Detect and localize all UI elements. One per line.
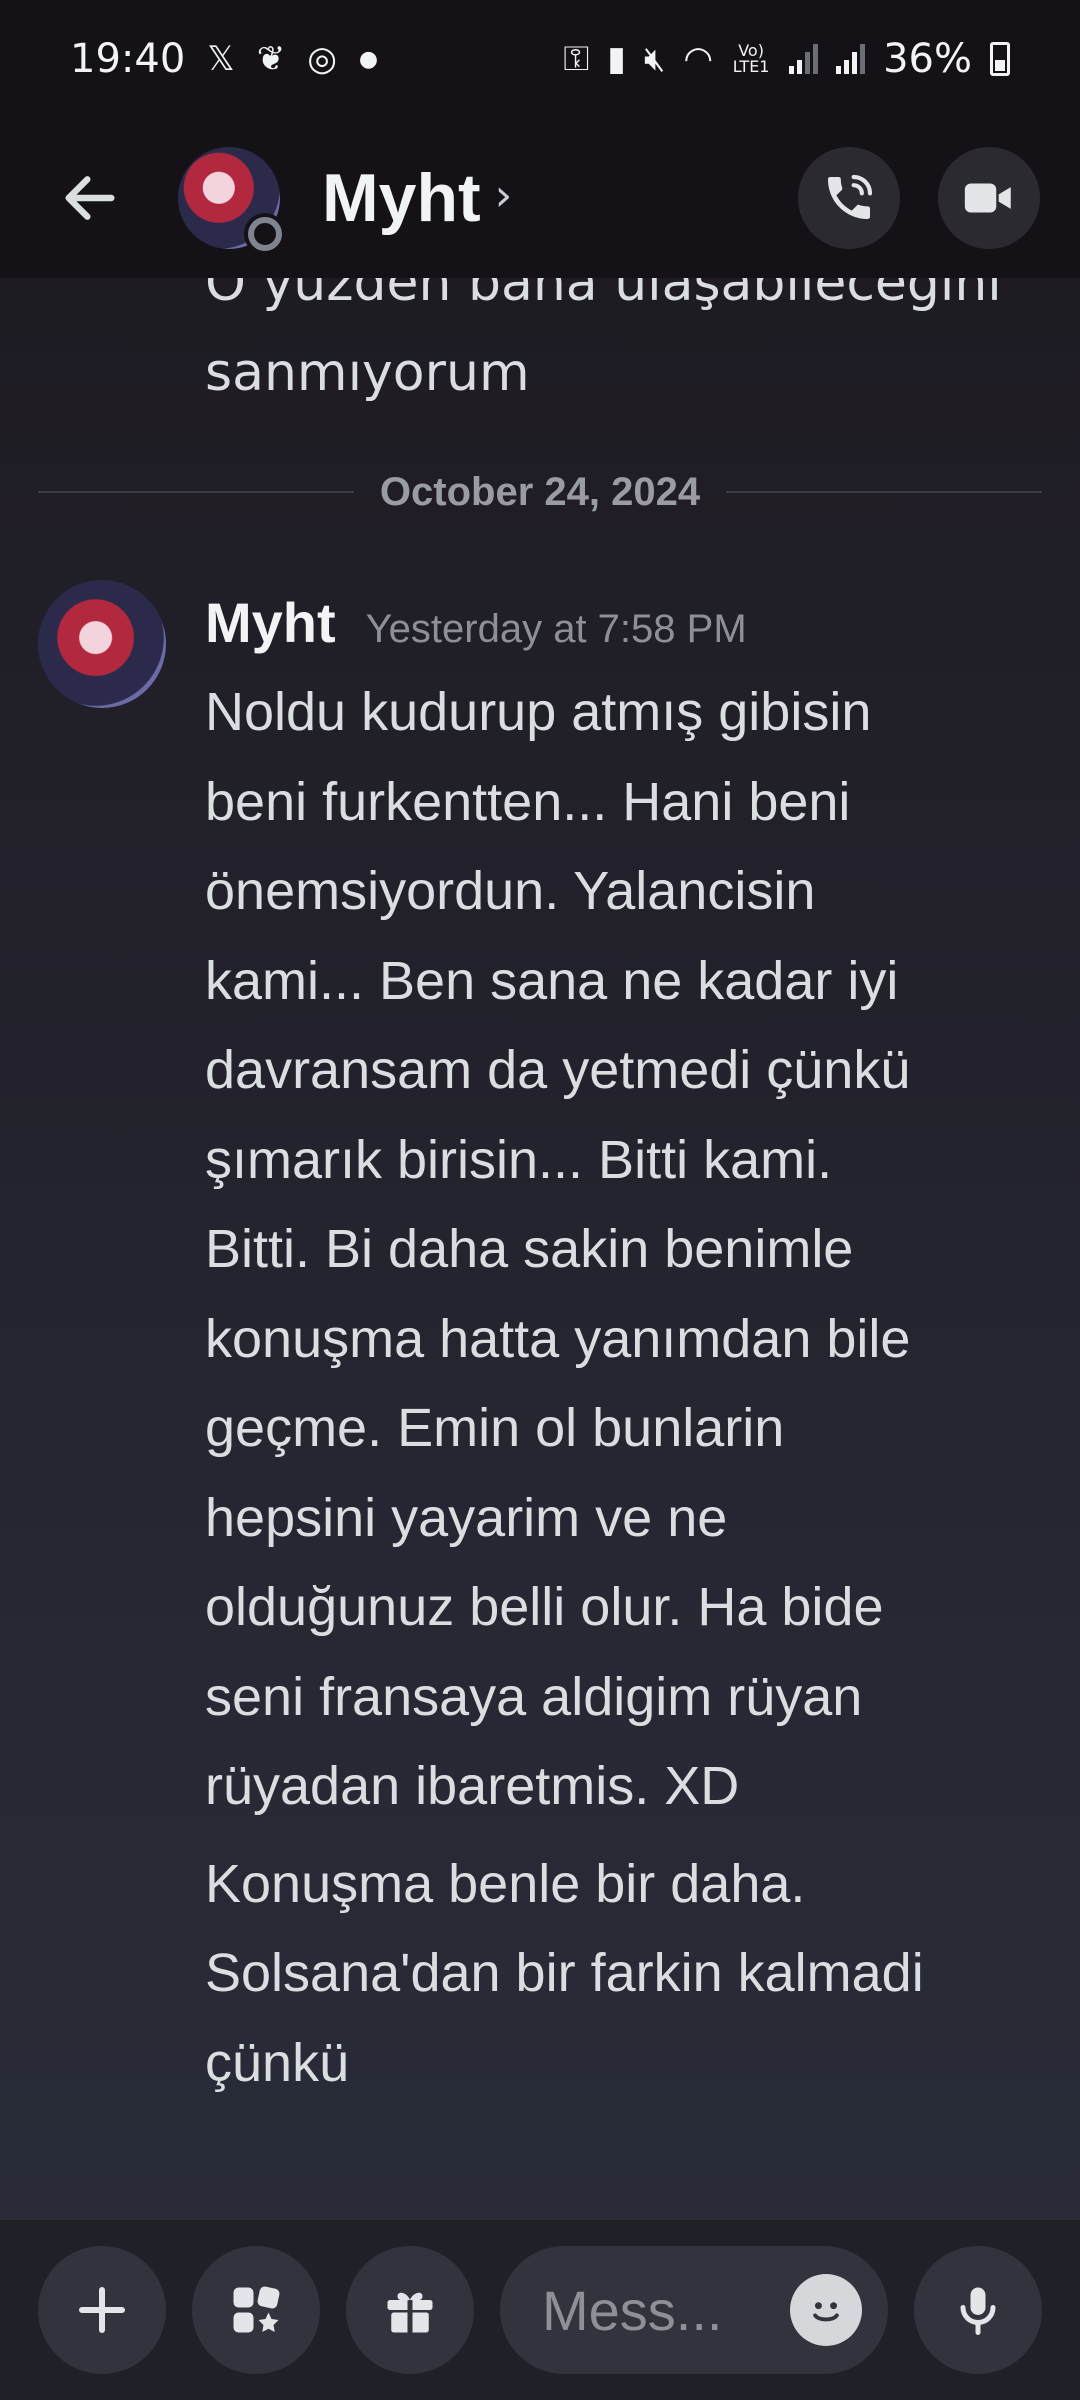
x-app-icon: 𝕏	[207, 39, 235, 79]
signal-2-icon	[836, 44, 866, 74]
chevron-right-icon[interactable]: ›	[495, 170, 513, 221]
message-line: seni fransaya aldigim rüyan	[205, 1666, 863, 1727]
offline-status-icon	[244, 213, 286, 255]
battery-saver-icon: ▮	[607, 39, 626, 79]
message-header: Myht Yesterday at 7:58 PM	[205, 590, 747, 655]
message-line: Konuşma benle bir daha.	[205, 1853, 806, 1914]
message-paragraph: Noldu kudurup atmış gibisin beni furkent…	[205, 668, 1055, 1832]
message-line: geçme. Emin ol bunlarin	[205, 1398, 785, 1458]
header-username[interactable]: Myht	[322, 159, 481, 237]
wifi-icon: ◠	[683, 39, 714, 79]
message-author[interactable]: Myht	[205, 590, 336, 655]
status-time: 19:40	[70, 36, 186, 82]
voice-message-button[interactable]	[914, 2246, 1042, 2374]
message-avatar[interactable]	[38, 580, 166, 708]
battery-percent: 36%	[883, 36, 972, 82]
phone-icon	[828, 174, 873, 219]
message-list[interactable]: O yüzden bana ulaşabileceğini sanmıyorum…	[0, 278, 1080, 2218]
network-type-label: Vo) LTE1	[732, 41, 770, 76]
previous-message: O yüzden bana ulaşabileceğini sanmıyorum	[205, 278, 1045, 418]
emoji-button[interactable]	[790, 2274, 862, 2346]
date-divider-label: October 24, 2024	[379, 469, 701, 514]
message-input[interactable]	[542, 2277, 790, 2343]
message-line: Solsana'dan bir farkin kalmadi	[205, 1943, 924, 2003]
message-timestamp: Yesterday at 7:58 PM	[365, 607, 747, 651]
channel-header: Myht ›	[0, 118, 1080, 278]
previous-message-line: O yüzden bana ulaşabileceğini	[205, 278, 1002, 313]
back-button[interactable]	[40, 148, 140, 248]
apps-icon	[233, 2286, 280, 2333]
gift-button[interactable]	[346, 2246, 474, 2374]
status-bar: 19:40 𝕏 ❦ ◎ ● ⚿ ▮ 🔇︎ ◠ Vo) LTE1 36%	[0, 0, 1080, 118]
apps-button[interactable]	[192, 2246, 320, 2374]
divider-line	[726, 491, 1042, 493]
notification-app-icon: ❦	[256, 39, 286, 79]
message-line: konuşma hatta yanımdan bile	[205, 1308, 911, 1369]
message-line: çünkü	[205, 2032, 350, 2093]
signal-1-icon	[789, 44, 819, 74]
previous-message-line: sanmıyorum	[205, 343, 530, 403]
battery-icon	[990, 42, 1010, 76]
message-line: önemsiyordun. Yalancisin	[205, 861, 816, 921]
add-attachment-button[interactable]	[38, 2246, 166, 2374]
mute-icon: 🔇︎	[644, 39, 666, 79]
date-divider: October 24, 2024	[38, 468, 1042, 516]
gift-icon	[387, 2292, 433, 2333]
header-avatar[interactable]	[178, 147, 286, 255]
message-line: beni furkentten... Hani beni	[205, 771, 851, 832]
message-line: Noldu kudurup atmış gibisin	[205, 682, 872, 742]
message-line: olduğunuz belli olur. Ha bide	[205, 1577, 884, 1637]
divider-line	[38, 491, 354, 493]
vpn-key-icon: ⚿	[563, 39, 590, 79]
emoji-icon	[813, 2302, 839, 2322]
arrow-left-icon	[65, 176, 115, 220]
voice-call-button[interactable]	[798, 147, 900, 249]
message-line: şımarık birisin... Bitti kami.	[205, 1129, 833, 1190]
composer-bar	[0, 2218, 1080, 2400]
instagram-icon: ◎	[307, 39, 337, 79]
video-camera-icon	[964, 183, 1011, 213]
message-line: davransam da yetmedi çünkü	[205, 1040, 911, 1100]
message-line: Bitti. Bi daha sakin benimle	[205, 1219, 854, 1279]
microphone-icon	[960, 2287, 996, 2335]
message-line: hepsini yayarim ve ne	[205, 1487, 728, 1548]
message-content: Noldu kudurup atmış gibisin beni furkent…	[205, 668, 1055, 2108]
plus-icon	[79, 2287, 125, 2333]
message-line: kami... Ben sana ne kadar iyi	[205, 950, 899, 1011]
message-input-container[interactable]	[500, 2246, 888, 2374]
more-notifications-dot-icon: ●	[358, 46, 379, 72]
video-call-button[interactable]	[938, 147, 1040, 249]
message-paragraph: Konuşma benle bir daha. Solsana'dan bir …	[205, 1840, 1055, 2109]
message-line: rüyadan ibaretmis. XD	[205, 1756, 740, 1816]
